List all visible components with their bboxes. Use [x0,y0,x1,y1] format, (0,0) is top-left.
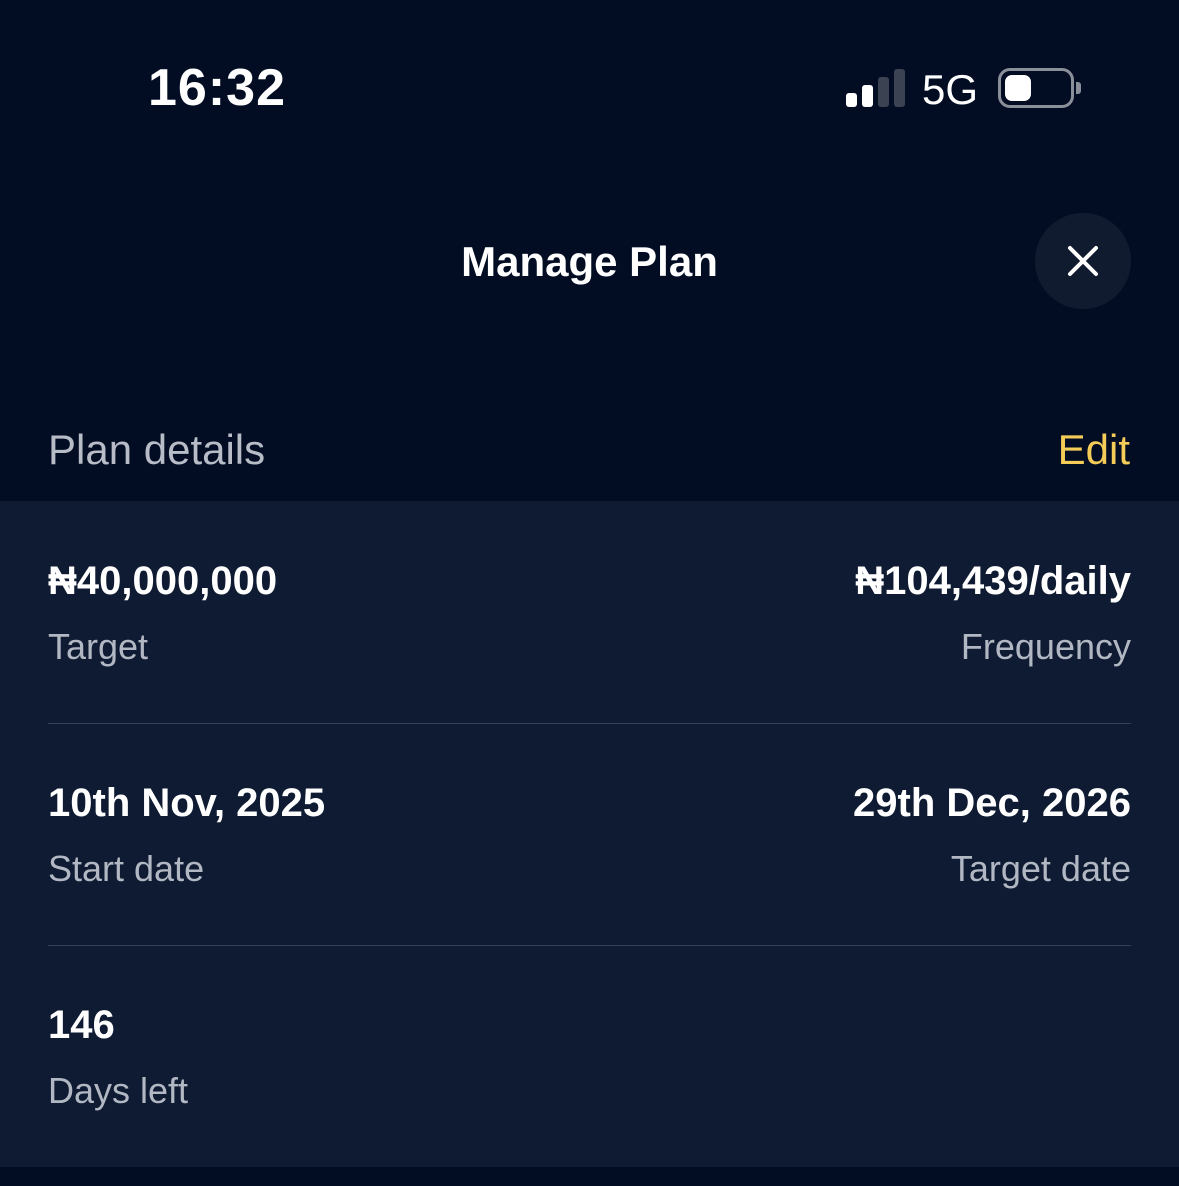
target-date-label: Target date [950,848,1131,889]
frequency: ₦104,439/daily Frequency [855,501,1131,668]
frequency-value: ₦104,439/daily [855,559,1131,603]
plan-details-heading: Plan details [48,426,266,473]
status-time: 16:32 [148,59,286,117]
target-label: Target [48,626,149,667]
details-row-remaining: 146 Days left [48,945,1131,1167]
edit-button[interactable]: Edit [1058,426,1130,474]
target-date: 29th Dec, 2026 Target date [853,723,1131,890]
close-button[interactable] [1035,213,1131,309]
details-row-amounts: ₦40,000,000 Target ₦104,439/daily Freque… [48,501,1131,723]
target-amount: ₦40,000,000 Target [48,501,277,668]
start-date-value: 10th Nov, 2025 [48,781,326,825]
target-value: ₦40,000,000 [48,559,278,603]
days-left-label: Days left [48,1070,189,1111]
frequency-label: Frequency [960,626,1131,667]
start-date-label: Start date [48,848,205,889]
close-icon [1068,246,1098,276]
cellular-signal-icon [846,69,906,107]
network-type: 5G [922,66,979,113]
battery-icon [998,68,1082,108]
plan-details-card: ₦40,000,000 Target ₦104,439/daily Freque… [0,501,1179,1167]
target-date-value: 29th Dec, 2026 [853,781,1131,825]
page-title: Manage Plan [461,238,718,285]
manage-plan-screen: 16:32 5G Manage Plan Plan details Edit ₦… [0,0,1179,1186]
days-left-value: 146 [48,1003,115,1047]
start-date: 10th Nov, 2025 Start date [48,723,325,890]
details-row-dates: 10th Nov, 2025 Start date 29th Dec, 2026… [48,723,1131,945]
status-bar: 16:32 5G [0,0,1179,180]
days-left: 146 Days left [48,945,188,1112]
